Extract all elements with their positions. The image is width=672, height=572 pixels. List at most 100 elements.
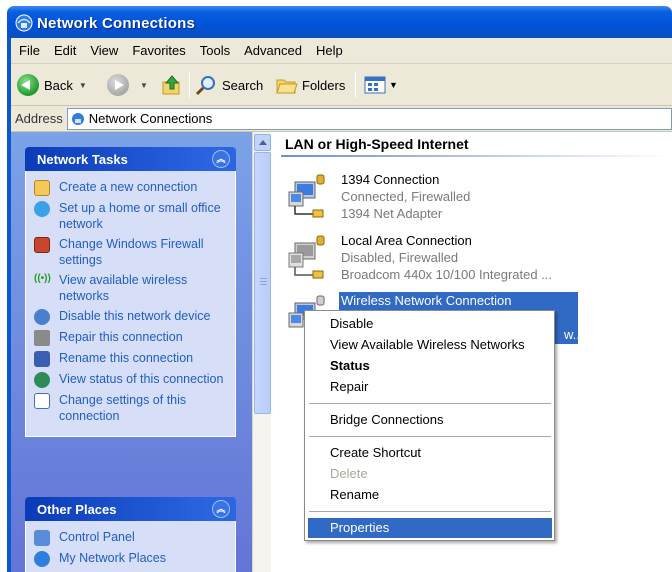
menu-edit[interactable]: Edit — [54, 43, 76, 58]
grip-line — [260, 278, 267, 279]
window-title: Network Connections — [37, 15, 195, 32]
menu-view[interactable]: View — [90, 43, 118, 58]
views-icon — [364, 76, 386, 94]
place-my-network-places[interactable]: My Network Places — [34, 550, 229, 567]
connection-name: 1394 Connection — [341, 172, 440, 187]
grip-line — [260, 284, 267, 285]
connection-device: Broadcom 440x 10/100 Integrated ... — [341, 267, 553, 282]
connection-name: Wireless Network Connection — [341, 293, 512, 308]
menu-item-properties[interactable]: Properties — [308, 518, 552, 538]
connection-local-area[interactable]: Local Area Connection Disabled, Firewall… — [287, 233, 587, 289]
status-icon — [34, 372, 50, 388]
menu-item-delete: Delete — [330, 466, 368, 481]
task-label: Repair this connection — [59, 330, 183, 344]
task-firewall-settings[interactable]: Change Windows Firewall settings — [34, 236, 229, 268]
other-places-list: Control Panel My Network Places — [25, 521, 236, 572]
connection-status: Connected, Firewalled — [341, 189, 471, 204]
toolbar: Back ▼ ▼ Search Folders ▼ — [11, 64, 672, 106]
place-label: My Network Places — [59, 551, 166, 565]
task-view-status[interactable]: View status of this connection — [34, 371, 229, 388]
settings-icon — [34, 393, 50, 409]
grip-line — [260, 281, 267, 282]
task-home-network[interactable]: Set up a home or small office network — [34, 200, 229, 232]
task-label: Change settings of this connection — [59, 393, 187, 423]
network-tasks-header[interactable]: Network Tasks ︽ — [25, 147, 236, 171]
views-dropdown-icon[interactable]: ▼ — [389, 80, 398, 90]
forward-button[interactable]: ▼ — [107, 73, 148, 97]
menu-item-status[interactable]: Status — [308, 356, 552, 376]
connection-1394[interactable]: 1394 Connection Connected, Firewalled 13… — [287, 172, 587, 228]
task-pane-scrollbar[interactable] — [252, 132, 271, 572]
scroll-thumb[interactable] — [254, 152, 271, 414]
toolbar-separator — [189, 72, 190, 98]
other-places-box: Other Places ︽ Control Panel My Network … — [25, 497, 236, 572]
search-icon — [195, 76, 215, 96]
task-disable-device[interactable]: Disable this network device — [34, 308, 229, 325]
task-change-settings[interactable]: Change settings of this connection — [34, 392, 229, 424]
menu-separator — [309, 436, 551, 437]
folders-icon — [276, 79, 298, 94]
other-places-title: Other Places — [37, 501, 117, 517]
folders-button[interactable]: Folders — [275, 73, 345, 97]
task-label: Set up a home or small office network — [59, 201, 221, 231]
address-label: Address — [15, 111, 63, 126]
scroll-up-arrow-icon[interactable] — [254, 134, 271, 151]
up-folder-button[interactable] — [161, 73, 183, 97]
connection-name: Local Area Connection — [341, 233, 472, 248]
menu-item-rename[interactable]: Rename — [308, 485, 552, 505]
firewall-icon — [34, 237, 50, 253]
other-places-header[interactable]: Other Places ︽ — [25, 497, 236, 521]
task-create-connection[interactable]: Create a new connection — [34, 179, 229, 196]
folders-label: Folders — [302, 77, 346, 93]
address-field[interactable]: Network Connections — [66, 107, 672, 130]
menu-help[interactable]: Help — [316, 43, 343, 58]
views-button[interactable]: ▼ — [363, 73, 398, 97]
menu-item-bridge-connections[interactable]: Bridge Connections — [308, 410, 552, 430]
back-button[interactable]: Back ▼ — [17, 73, 87, 97]
section-title: LAN or High-Speed Internet — [285, 136, 469, 152]
menu-item-view-wireless[interactable]: View Available Wireless Networks — [308, 335, 552, 355]
network-connection-icon — [288, 174, 325, 218]
connection-device: 1394 Net Adapter — [341, 206, 443, 221]
menu-item-repair[interactable]: Repair — [308, 377, 552, 397]
place-label: Control Panel — [59, 530, 135, 544]
network-connection-disabled-icon — [288, 235, 325, 279]
rename-icon — [34, 351, 50, 367]
new-connection-icon — [34, 180, 50, 196]
collapse-chevron-icon[interactable]: ︽ — [212, 500, 230, 518]
menu-item-create-shortcut[interactable]: Create Shortcut — [308, 443, 552, 463]
disable-icon — [34, 309, 50, 325]
up-folder-icon — [162, 75, 180, 95]
forward-dropdown-icon[interactable]: ▼ — [140, 81, 148, 90]
collapse-chevron-icon[interactable]: ︽ — [212, 150, 230, 168]
address-value: Network Connections — [88, 111, 213, 126]
back-dropdown-icon[interactable]: ▼ — [79, 81, 87, 90]
menu-separator — [309, 511, 551, 512]
menu-favorites[interactable]: Favorites — [132, 43, 185, 58]
back-label: Back — [44, 77, 73, 93]
network-tasks-list: Create a new connection Set up a home or… — [25, 171, 236, 437]
network-connections-icon — [71, 112, 84, 125]
connection-device: w... — [564, 327, 584, 342]
back-arrow-icon — [17, 74, 39, 96]
menu-advanced[interactable]: Advanced — [244, 43, 302, 58]
menu-file[interactable]: File — [19, 43, 40, 58]
task-rename-connection[interactable]: Rename this connection — [34, 350, 229, 367]
menu-item-disable[interactable]: Disable — [308, 314, 552, 334]
search-label: Search — [222, 77, 264, 93]
network-tasks-box: Network Tasks ︽ Create a new connection … — [25, 147, 236, 437]
task-label: Rename this connection — [59, 351, 194, 365]
task-repair-connection[interactable]: Repair this connection — [34, 329, 229, 346]
task-label: Disable this network device — [59, 309, 211, 323]
home-network-icon — [34, 201, 50, 217]
menu-separator — [309, 403, 551, 404]
place-control-panel[interactable]: Control Panel — [34, 529, 229, 546]
toolbar-separator — [355, 72, 356, 98]
title-bar[interactable]: Network Connections — [7, 6, 672, 38]
search-button[interactable]: Search — [195, 73, 263, 97]
menu-tools[interactable]: Tools — [200, 43, 230, 58]
task-label: Create a new connection — [59, 180, 198, 194]
task-pane: Network Tasks ︽ Create a new connection … — [11, 132, 252, 572]
network-connections-icon — [15, 14, 33, 32]
task-wireless-networks[interactable]: ((•)) View available wireless networks — [34, 272, 229, 304]
